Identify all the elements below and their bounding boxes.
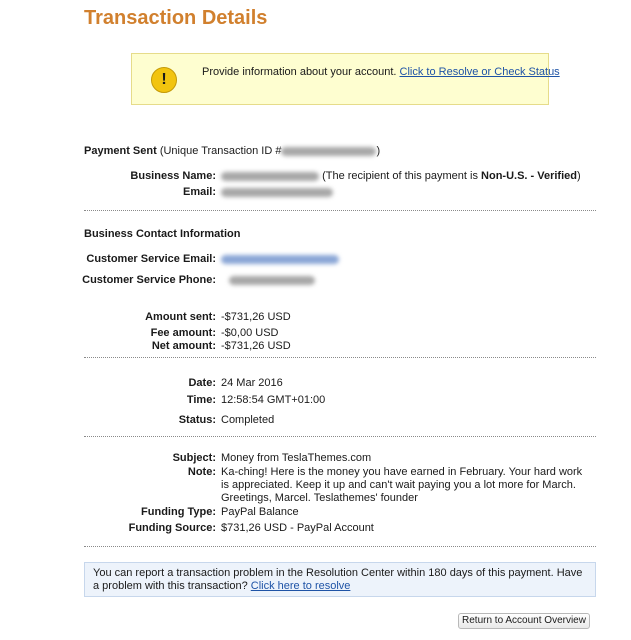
redacted-business-name — [221, 171, 319, 181]
fee-amount-value: -$0,00 USD — [221, 327, 279, 339]
business-name-value: (The recipient of this payment is Non-U.… — [221, 170, 581, 182]
net-amount-value: -$731,26 USD — [221, 340, 291, 352]
exclamation-icon: ! — [151, 67, 177, 93]
status-label: Status: — [178, 414, 216, 426]
divider — [84, 357, 596, 358]
funding-type-value: PayPal Balance — [221, 506, 299, 518]
transaction-id-close: ) — [376, 145, 381, 157]
redacted-email — [221, 187, 333, 197]
subject-label: Subject: — [172, 452, 216, 464]
notice-message: Provide information about your account. … — [202, 66, 560, 78]
date-label: Date: — [188, 377, 216, 389]
business-name-label: Business Name: — [130, 170, 216, 182]
time-value: 12:58:54 GMT+01:00 — [221, 394, 326, 406]
time-label: Time: — [186, 394, 216, 406]
note-label: Note: — [187, 466, 216, 478]
funding-type-label: Funding Type: — [141, 506, 216, 518]
divider — [84, 210, 596, 211]
payment-sent-header: Payment Sent (Unique Transaction ID #) — [84, 145, 380, 157]
redacted-cs-email — [221, 254, 339, 264]
amount-sent-label: Amount sent: — [145, 311, 216, 323]
notice-text: Provide information about your account. — [202, 66, 397, 78]
resolve-problem-link[interactable]: Click here to resolve — [251, 580, 351, 592]
recipient-note-suffix: ) — [577, 170, 581, 182]
recipient-status: Non-U.S. - Verified — [481, 170, 577, 182]
subject-value: Money from TeslaThemes.com — [221, 452, 372, 464]
redacted-cs-phone — [229, 275, 315, 285]
funding-source-label: Funding Source: — [128, 522, 216, 534]
payment-sent-heading: Payment Sent — [84, 145, 157, 157]
date-value: 24 Mar 2016 — [221, 377, 283, 389]
redacted-transaction-id — [281, 146, 377, 156]
divider — [84, 546, 596, 547]
divider — [84, 436, 596, 437]
status-value: Completed — [221, 414, 275, 426]
return-to-account-overview-button[interactable]: Return to Account Overview — [458, 613, 590, 629]
recipient-note-prefix: (The recipient of this payment is — [322, 170, 482, 182]
cs-phone-value — [229, 274, 315, 286]
funding-source-value: $731,26 USD - PayPal Account — [221, 522, 374, 534]
fee-amount-label: Fee amount: — [150, 327, 216, 339]
business-contact-heading: Business Contact Information — [84, 228, 241, 240]
email-value — [221, 186, 333, 198]
cs-email-value[interactable] — [221, 253, 339, 265]
transaction-id-label: (Unique Transaction ID # — [159, 145, 282, 157]
email-label: Email: — [182, 186, 216, 198]
note-value: Ka-ching! Here is the money you have ear… — [221, 466, 583, 504]
amount-sent-value: -$731,26 USD — [221, 311, 291, 323]
net-amount-label: Net amount: — [151, 340, 216, 352]
cs-email-label: Customer Service Email: — [86, 253, 216, 265]
account-notice-banner: ! Provide information about your account… — [131, 53, 560, 105]
resolve-status-link[interactable]: Click to Resolve or Check Status — [400, 66, 560, 78]
cs-phone-label: Customer Service Phone: — [82, 274, 216, 286]
page-title: Transaction Details — [84, 7, 268, 29]
resolution-center-info: You can report a transaction problem in … — [84, 562, 596, 597]
